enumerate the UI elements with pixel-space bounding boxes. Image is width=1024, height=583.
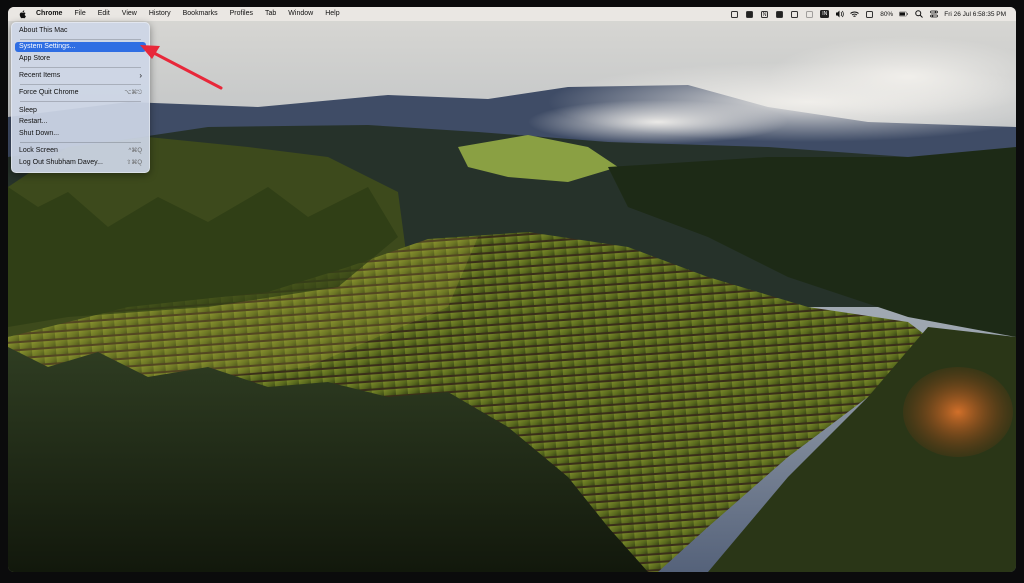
menu-separator bbox=[20, 67, 141, 68]
display-icon[interactable] bbox=[790, 10, 799, 19]
apple-menu-dropdown: About This Mac System Settings... App St… bbox=[11, 22, 150, 173]
camera-icon[interactable] bbox=[775, 10, 784, 19]
app-store-label: App Store bbox=[19, 55, 51, 62]
menu-item-recent-items[interactable]: Recent Items › bbox=[15, 71, 146, 81]
menu-history[interactable]: History bbox=[143, 7, 177, 21]
volume-icon[interactable] bbox=[835, 10, 844, 19]
screen-tool-icon[interactable] bbox=[730, 10, 739, 19]
recent-items-label: Recent Items bbox=[19, 72, 61, 79]
control-center-icon[interactable] bbox=[929, 10, 938, 19]
menu-item-about[interactable]: About This Mac bbox=[15, 26, 146, 36]
wallpaper-vineyard bbox=[8, 7, 1016, 572]
notion-icon[interactable]: N bbox=[760, 10, 769, 19]
menu-item-lock-screen[interactable]: Lock Screen ^⌘Q bbox=[15, 146, 146, 156]
menu-bookmarks[interactable]: Bookmarks bbox=[177, 7, 224, 21]
lock-screen-shortcut: ^⌘Q bbox=[128, 148, 142, 154]
menu-item-restart[interactable]: Restart... bbox=[15, 117, 146, 127]
window-icon[interactable] bbox=[805, 10, 814, 19]
battery-percent: 80% bbox=[880, 10, 894, 18]
menu-edit[interactable]: Edit bbox=[92, 7, 116, 21]
wifi-icon[interactable] bbox=[850, 10, 860, 19]
menu-tab[interactable]: Tab bbox=[259, 7, 282, 21]
menu-bar: Chrome File Edit View History Bookmarks … bbox=[8, 7, 1016, 21]
battery-icon[interactable] bbox=[899, 10, 909, 19]
force-quit-shortcut: ⌥⌘⎋ bbox=[124, 90, 142, 96]
menu-view[interactable]: View bbox=[116, 7, 143, 21]
menu-separator bbox=[20, 84, 141, 85]
log-out-shortcut: ⇧⌘Q bbox=[126, 160, 142, 166]
desktop-screen: Chrome File Edit View History Bookmarks … bbox=[8, 7, 1016, 572]
menu-file[interactable]: File bbox=[68, 7, 91, 21]
menu-item-app-store[interactable]: App Store bbox=[15, 54, 146, 64]
menu-help[interactable]: Help bbox=[319, 7, 345, 21]
menu-item-system-settings[interactable]: System Settings... bbox=[15, 42, 146, 52]
sleep-label: Sleep bbox=[19, 107, 37, 114]
input-source-badge[interactable]: IN bbox=[820, 10, 830, 18]
shut-down-label: Shut Down... bbox=[19, 130, 60, 137]
system-settings-label: System Settings... bbox=[19, 43, 76, 50]
layout-icon[interactable] bbox=[745, 10, 754, 19]
about-label: About This Mac bbox=[19, 27, 68, 34]
screen-mirror-icon[interactable] bbox=[865, 10, 874, 19]
menu-profiles[interactable]: Profiles bbox=[224, 7, 259, 21]
apple-icon[interactable] bbox=[16, 9, 30, 19]
chevron-right-icon: › bbox=[139, 71, 142, 80]
menu-item-shut-down[interactable]: Shut Down... bbox=[15, 129, 146, 139]
clock[interactable]: Fri 26 Jul 6:58:35 PM bbox=[944, 11, 1006, 18]
status-area: N IN 80% Fri 26 Jul 6:58:35 PM bbox=[730, 10, 1016, 19]
menu-separator bbox=[20, 101, 141, 102]
menu-item-sleep[interactable]: Sleep bbox=[15, 106, 146, 116]
log-out-label: Log Out Shubham Davey... bbox=[19, 159, 103, 166]
menu-item-log-out[interactable]: Log Out Shubham Davey... ⇧⌘Q bbox=[15, 158, 146, 168]
search-icon[interactable] bbox=[914, 10, 923, 19]
menu-item-force-quit[interactable]: Force Quit Chrome ⌥⌘⎋ bbox=[15, 88, 146, 98]
force-quit-label: Force Quit Chrome bbox=[19, 89, 79, 96]
menu-app-chrome[interactable]: Chrome bbox=[30, 7, 68, 21]
menu-separator bbox=[20, 39, 141, 40]
menu-window[interactable]: Window bbox=[282, 7, 319, 21]
menu-separator bbox=[20, 142, 141, 143]
lock-screen-label: Lock Screen bbox=[19, 147, 58, 154]
restart-label: Restart... bbox=[19, 118, 48, 125]
